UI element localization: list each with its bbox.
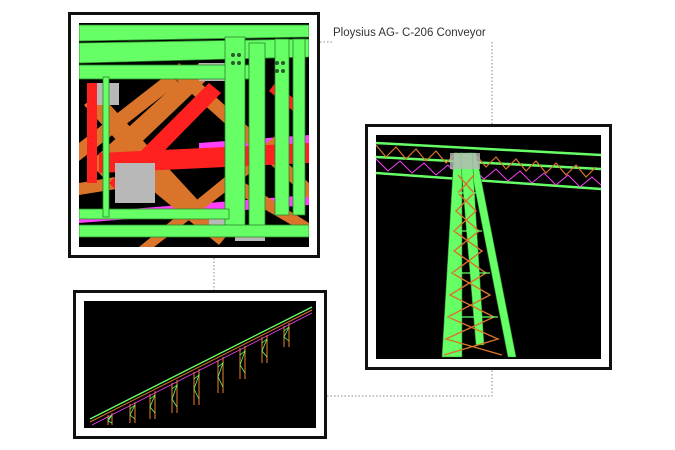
detail-connection-frame — [68, 12, 320, 258]
conveyor-overview-frame — [73, 290, 327, 439]
conveyor-title: Ploysius AG- C-206 Conveyor — [333, 27, 486, 39]
detail-connection-image — [79, 23, 309, 247]
tower-support-frame — [365, 124, 612, 370]
tower-support-image — [376, 135, 601, 359]
conveyor-overview-image — [84, 301, 316, 428]
